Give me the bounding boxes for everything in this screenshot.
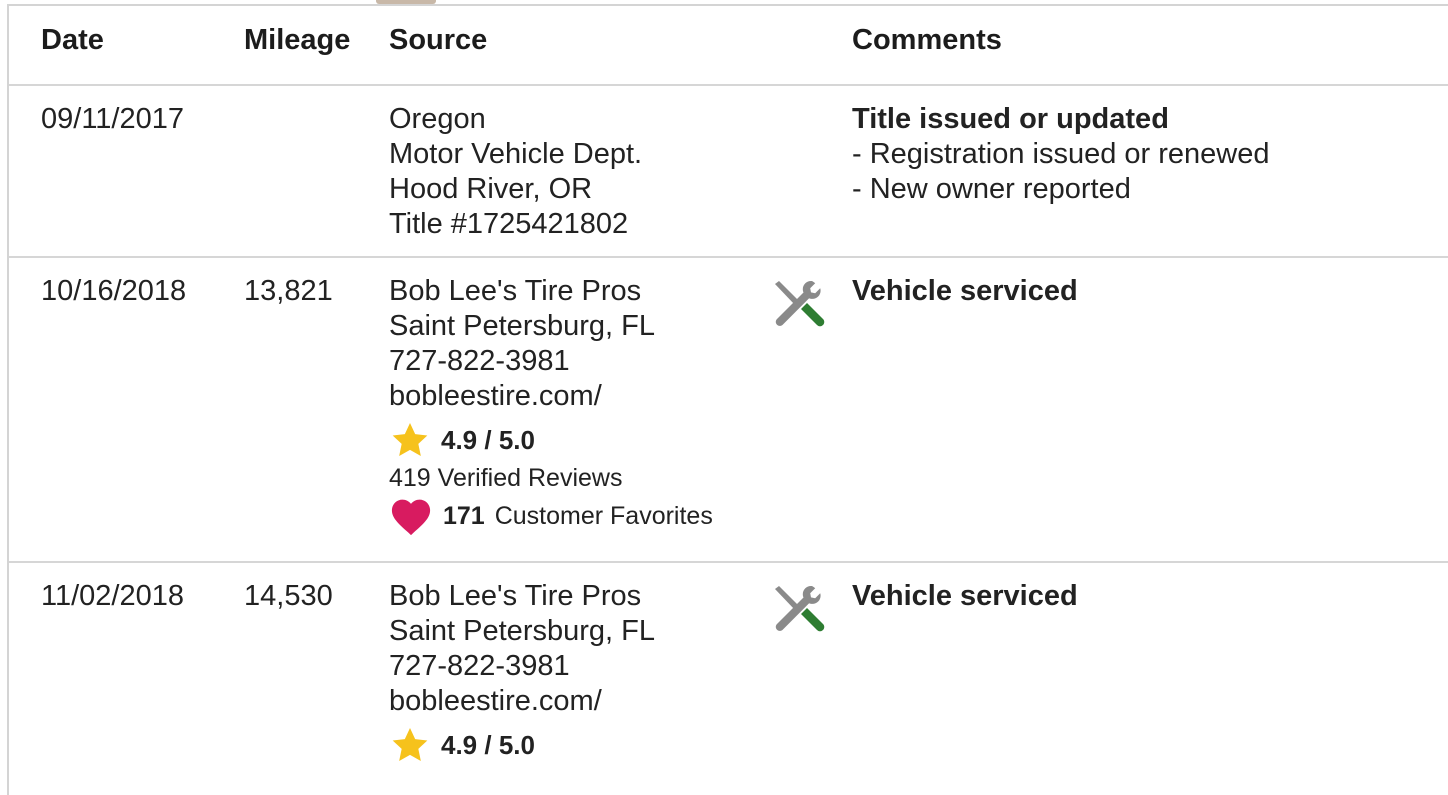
row-date: 11/02/2018 (41, 580, 184, 612)
table-row: 09/11/2017 Oregon Motor Vehicle Dept. Ho… (9, 86, 1448, 258)
source-line: Title #1725421802 (389, 208, 629, 240)
header-date: Date (41, 24, 104, 56)
wrench-screwdriver-icon (775, 281, 825, 327)
customer-favorites: 171 Customer Favorites (389, 496, 713, 536)
rating: 4.9 / 5.0 (389, 420, 713, 460)
wrench-screwdriver-icon (775, 586, 825, 632)
header-mileage: Mileage (244, 24, 351, 56)
row-comments: Vehicle serviced (852, 274, 1078, 309)
table-row: 10/16/2018 13,821 Bob Lee's Tire Pros Sa… (9, 258, 1448, 563)
comment-title: Vehicle serviced (852, 275, 1078, 307)
row-source: Bob Lee's Tire Pros Saint Petersburg, FL… (389, 579, 655, 765)
header-comments: Comments (852, 24, 1002, 56)
star-icon (392, 423, 428, 456)
row-date: 09/11/2017 (41, 103, 184, 135)
header-source: Source (389, 24, 488, 56)
shop-location: Saint Petersburg, FL (389, 310, 655, 342)
row-comments: Title issued or updated - Registration i… (852, 102, 1269, 207)
shop-phone[interactable]: 727-822-3981 (389, 344, 713, 379)
row-source: Bob Lee's Tire Pros Saint Petersburg, FL… (389, 274, 713, 536)
comment-title: Vehicle serviced (852, 580, 1078, 612)
comment-item: - New owner reported (852, 173, 1131, 205)
shop-website-link[interactable]: bobleestire.com/ (389, 684, 655, 719)
rating-value: 4.9 / 5.0 (441, 729, 535, 760)
table-row: 11/02/2018 14,530 Bob Lee's Tire Pros Sa… (9, 563, 1448, 795)
comment-title: Title issued or updated (852, 103, 1169, 135)
table-header: Date Mileage Source Comments (9, 6, 1448, 86)
source-line: Oregon (389, 103, 486, 135)
row-source: Oregon Motor Vehicle Dept. Hood River, O… (389, 102, 642, 242)
shop-location: Saint Petersburg, FL (389, 615, 655, 647)
shop-name: Bob Lee's Tire Pros (389, 580, 642, 612)
favorites-count: 171 (443, 501, 485, 530)
verified-reviews-link[interactable]: 419 Verified Reviews (389, 460, 713, 496)
heart-icon (391, 499, 431, 536)
row-date: 10/16/2018 (41, 275, 187, 307)
source-line: Hood River, OR (389, 173, 593, 205)
favorites-label: Customer Favorites (494, 501, 713, 530)
rating: 4.9 / 5.0 (389, 725, 655, 765)
comment-item: - Registration issued or renewed (852, 138, 1270, 170)
source-line: Motor Vehicle Dept. (389, 138, 643, 170)
shop-website-link[interactable]: bobleestire.com/ (389, 379, 713, 414)
shop-phone[interactable]: 727-822-3981 (389, 649, 655, 684)
star-icon (392, 728, 428, 761)
row-mileage: 14,530 (244, 580, 333, 612)
rating-value: 4.9 / 5.0 (441, 424, 535, 455)
shop-name: Bob Lee's Tire Pros (389, 275, 642, 307)
row-comments: Vehicle serviced (852, 579, 1078, 614)
row-mileage: 13,821 (244, 275, 333, 307)
